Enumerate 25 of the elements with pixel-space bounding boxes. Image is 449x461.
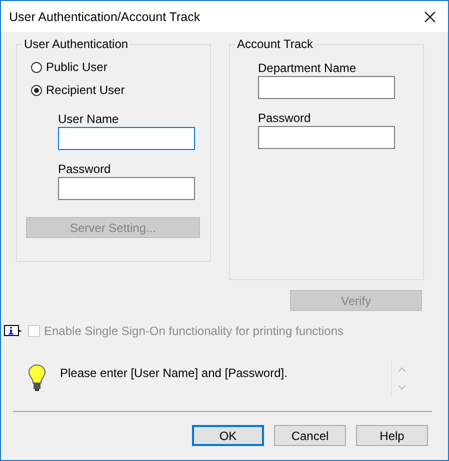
field-label: Password bbox=[258, 111, 312, 126]
radio-button[interactable] bbox=[31, 62, 42, 72]
radio-option[interactable]: Recipient User bbox=[31, 83, 210, 97]
input-field[interactable] bbox=[58, 127, 195, 150]
info-icon[interactable] bbox=[4, 325, 23, 337]
radio-label: Recipient User bbox=[46, 83, 125, 97]
group-title: Account Track bbox=[236, 37, 314, 51]
input-field[interactable] bbox=[58, 177, 195, 200]
dialog-button[interactable]: Cancel bbox=[274, 425, 346, 446]
radio-option[interactable]: Public User bbox=[31, 60, 210, 74]
hint-message: Please enter [User Name] and [Password]. bbox=[60, 366, 288, 380]
radio-button[interactable] bbox=[31, 84, 42, 96]
window-title: User Authentication/Account Track bbox=[9, 10, 200, 24]
input-field[interactable] bbox=[258, 76, 395, 99]
field-label: User Name bbox=[58, 112, 120, 127]
group-title: User Authentication bbox=[23, 37, 130, 51]
field-label: Password bbox=[58, 162, 112, 177]
radio-label: Public User bbox=[46, 60, 108, 74]
dialog-button[interactable]: Help bbox=[356, 425, 428, 446]
checkbox-label: Enable Single Sign-On functionality for printing functions bbox=[44, 324, 344, 338]
close-icon[interactable] bbox=[424, 10, 436, 22]
input-field[interactable] bbox=[258, 126, 395, 149]
light-bulb-icon bbox=[28, 364, 46, 392]
field-label: Department Name bbox=[258, 61, 358, 76]
dialog-button[interactable]: OK bbox=[192, 425, 264, 446]
